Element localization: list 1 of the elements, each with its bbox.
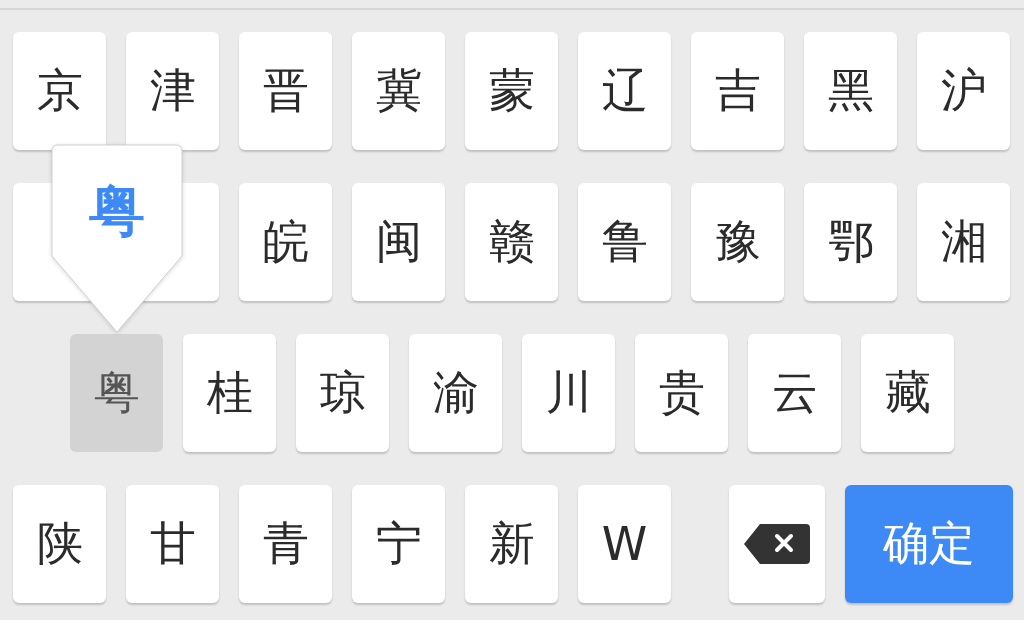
key-preview-popup: 粤 [51, 144, 183, 334]
